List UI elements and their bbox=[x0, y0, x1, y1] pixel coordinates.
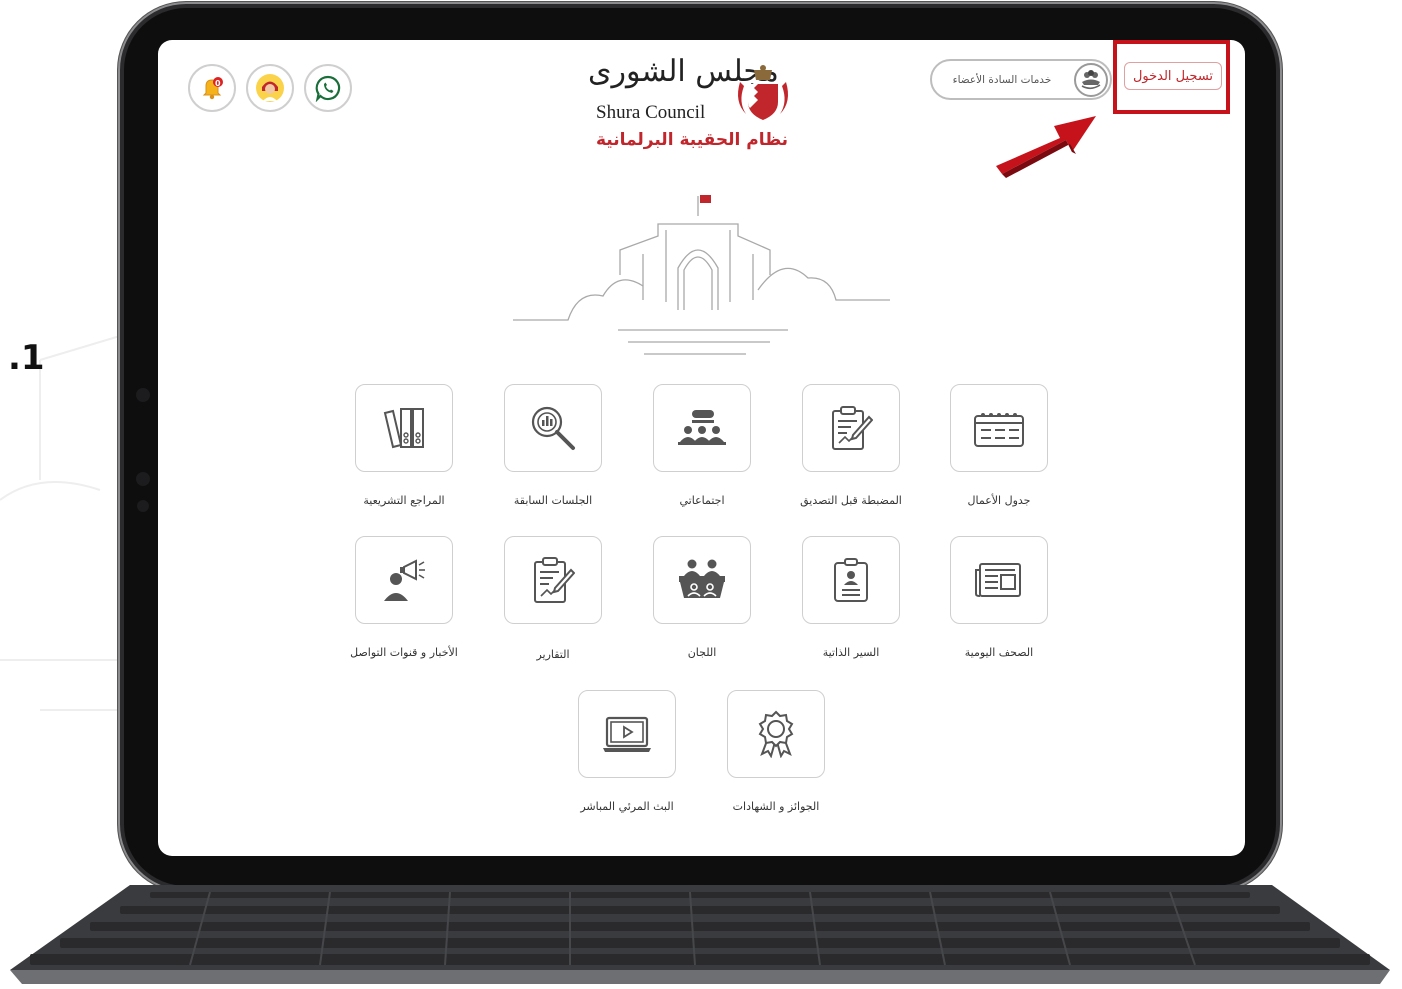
tile-live-broadcast[interactable] bbox=[578, 690, 676, 778]
tile-label-minutes: المضبطة قبل التصديق bbox=[800, 494, 902, 507]
tile-label-daily-newspapers: الصحف اليومية bbox=[964, 646, 1034, 659]
emblem-icon bbox=[738, 65, 788, 120]
bell-icon bbox=[202, 77, 223, 100]
newspaper-icon bbox=[975, 563, 1021, 597]
sensor-icon bbox=[136, 472, 150, 486]
logo-english: Shura Council bbox=[596, 102, 706, 123]
tile-my-meetings[interactable] bbox=[653, 384, 751, 472]
megaphone-icon bbox=[384, 559, 425, 601]
pointer-arrow-icon bbox=[996, 116, 1096, 178]
tile-agenda[interactable] bbox=[950, 384, 1048, 472]
tile-committees[interactable] bbox=[653, 536, 751, 624]
tile-reports[interactable] bbox=[504, 536, 602, 624]
calendar-icon bbox=[974, 413, 1024, 447]
step-number: .1 bbox=[8, 338, 45, 378]
notifications-button[interactable]: 0 bbox=[188, 64, 236, 112]
tile-label-reports: التقارير bbox=[536, 648, 570, 661]
tile-label-my-meetings: اجتماعاتي bbox=[679, 494, 725, 507]
tile-news-channels[interactable] bbox=[355, 536, 453, 624]
award-icon bbox=[758, 710, 794, 758]
tile-label-legislative-references: المراجع التشريعية bbox=[363, 494, 445, 507]
tile-previous-sessions[interactable] bbox=[504, 384, 602, 472]
tile-label-previous-sessions: الجلسات السابقة bbox=[513, 494, 593, 507]
tile-label-live-broadcast: البث المرئي المباشر bbox=[580, 800, 674, 813]
keyboard bbox=[10, 885, 1390, 984]
notification-count: 0 bbox=[215, 79, 221, 88]
tile-label-agenda: جدول الأعمال bbox=[967, 494, 1031, 507]
avatar-icon bbox=[256, 74, 284, 102]
id-badge-icon bbox=[834, 558, 868, 602]
parliament-building-illustration bbox=[513, 195, 890, 355]
profile-avatar-button[interactable] bbox=[246, 64, 294, 112]
tile-cvs[interactable] bbox=[802, 536, 900, 624]
tile-minutes[interactable] bbox=[802, 384, 900, 472]
whatsapp-button[interactable] bbox=[304, 64, 352, 112]
members-services-button[interactable]: خدمات السادة الأعضاء bbox=[930, 59, 1112, 100]
members-group-icon bbox=[1074, 62, 1108, 97]
search-chart-icon bbox=[531, 406, 575, 450]
video-icon bbox=[603, 716, 651, 752]
tile-label-awards: الجوائز و الشهادات bbox=[732, 800, 820, 813]
binders-icon bbox=[383, 408, 424, 449]
tile-label-cvs: السير الذاتية bbox=[822, 646, 880, 659]
whatsapp-icon bbox=[315, 75, 341, 102]
committee-icon bbox=[679, 559, 725, 598]
tile-awards[interactable] bbox=[727, 690, 825, 778]
document-edit-icon bbox=[832, 406, 873, 450]
login-button[interactable]: تسجيل الدخول bbox=[1124, 62, 1222, 90]
camera-icon bbox=[136, 388, 150, 402]
tile-label-news-channels: الأخبار و قنوات التواصل bbox=[350, 646, 458, 659]
report-icon bbox=[534, 557, 575, 603]
meeting-icon bbox=[678, 410, 726, 445]
sensor-dot-icon bbox=[137, 500, 149, 512]
tile-daily-newspapers[interactable] bbox=[950, 536, 1048, 624]
tile-label-committees: اللجان bbox=[687, 646, 717, 659]
system-title: نظام الحقيبة البرلمانية bbox=[596, 130, 789, 150]
tile-legislative-references[interactable] bbox=[355, 384, 453, 472]
members-services-label: خدمات السادة الأعضاء bbox=[952, 73, 1052, 86]
